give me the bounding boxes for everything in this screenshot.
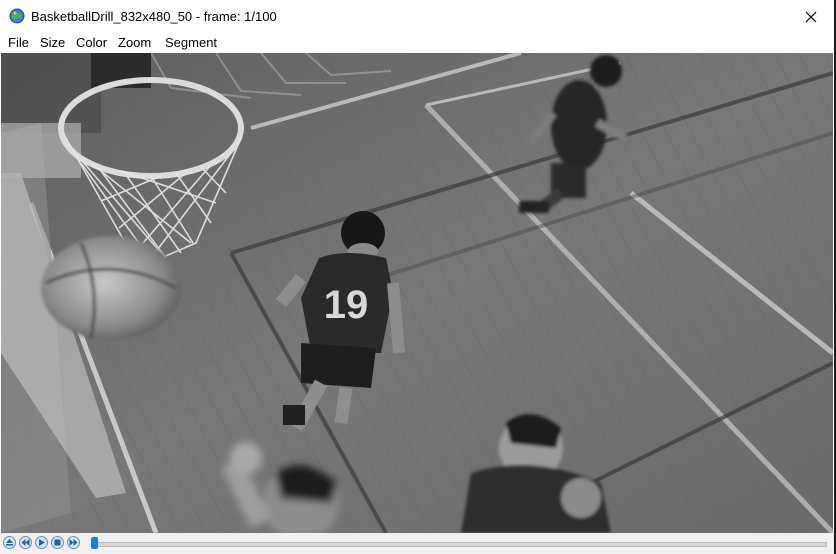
seek-bar[interactable] [92, 542, 827, 547]
menu-bar: File Size Color Zoom Segment [0, 33, 834, 53]
rewind-icon [21, 539, 30, 546]
video-frame-image: 19 [1, 53, 833, 533]
eject-icon [6, 539, 13, 546]
app-window: BasketballDrill_832x480_50 - frame: 1/10… [0, 0, 836, 554]
fast-forward-button[interactable] [67, 536, 80, 549]
menu-color[interactable]: Color [76, 35, 107, 50]
playback-controls [0, 533, 834, 554]
window-title: BasketballDrill_832x480_50 - frame: 1/10… [31, 9, 277, 24]
close-button[interactable] [788, 0, 834, 33]
play-button[interactable] [35, 536, 48, 549]
rewind-button[interactable] [19, 536, 32, 549]
globe-app-icon [9, 8, 25, 24]
close-icon [805, 11, 817, 22]
fast-forward-icon [69, 539, 78, 546]
stop-button[interactable] [51, 536, 64, 549]
menu-segment[interactable]: Segment [165, 35, 217, 50]
title-bar: BasketballDrill_832x480_50 - frame: 1/10… [0, 0, 834, 33]
video-frame: 19 [1, 53, 833, 533]
menu-size[interactable]: Size [40, 35, 65, 50]
seek-thumb[interactable] [91, 537, 99, 549]
menu-zoom[interactable]: Zoom [118, 35, 151, 50]
eject-button[interactable] [3, 536, 16, 549]
stop-icon [54, 539, 61, 546]
menu-file[interactable]: File [8, 35, 29, 50]
play-icon [39, 539, 45, 546]
jersey-number: 19 [324, 283, 369, 327]
